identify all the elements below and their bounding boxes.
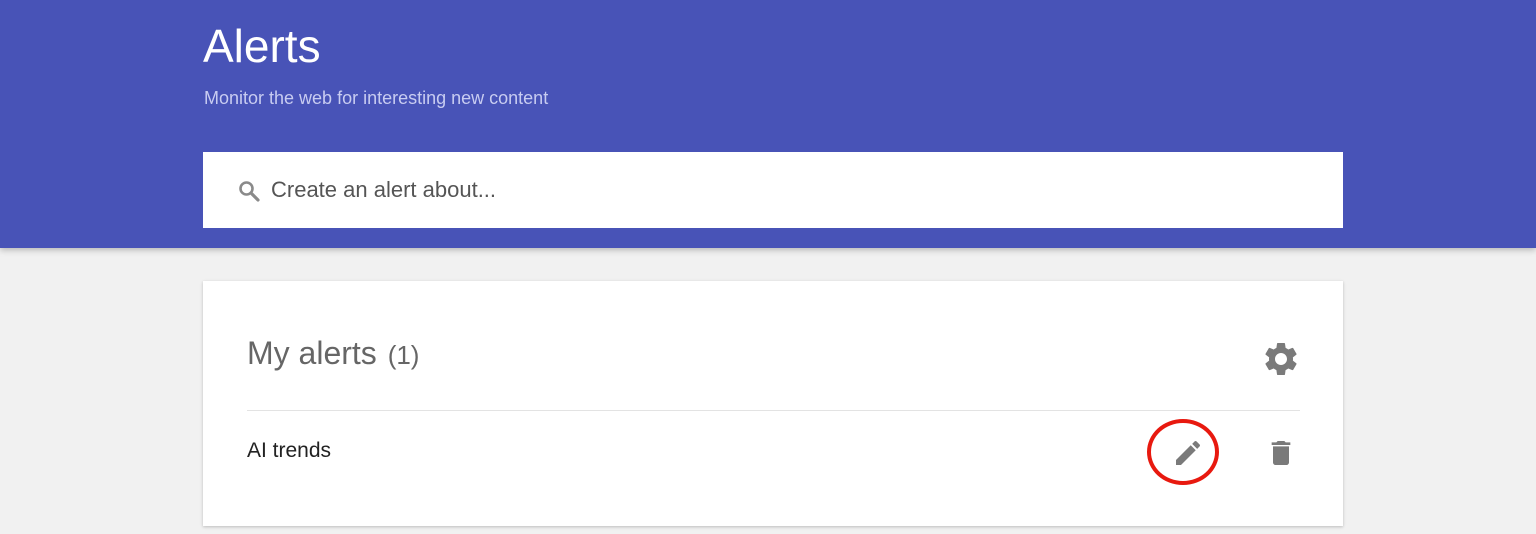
page-title: Alerts [203, 20, 321, 72]
divider [247, 410, 1300, 411]
my-alerts-heading: My alerts (1) [247, 331, 419, 377]
page-subtitle: Monitor the web for interesting new cont… [204, 88, 549, 108]
alert-settings-button[interactable] [1261, 339, 1301, 379]
search-bar[interactable] [203, 152, 1343, 228]
pencil-icon [1172, 440, 1204, 473]
my-alerts-card: My alerts (1) AI trends [203, 281, 1343, 526]
search-input[interactable] [271, 152, 1321, 228]
app-header: Alerts Monitor the web for interesting n… [0, 0, 1536, 248]
alert-name: AI trends [247, 439, 332, 462]
delete-alert-button[interactable] [1265, 437, 1297, 469]
alerts-count: (1) [387, 340, 420, 370]
trash-icon [1265, 441, 1297, 473]
edit-alert-button[interactable] [1172, 437, 1204, 469]
alert-item[interactable]: AI trends [247, 419, 1300, 485]
my-alerts-title: My alerts [247, 335, 377, 371]
search-icon [237, 179, 261, 203]
gear-icon [1261, 343, 1301, 383]
